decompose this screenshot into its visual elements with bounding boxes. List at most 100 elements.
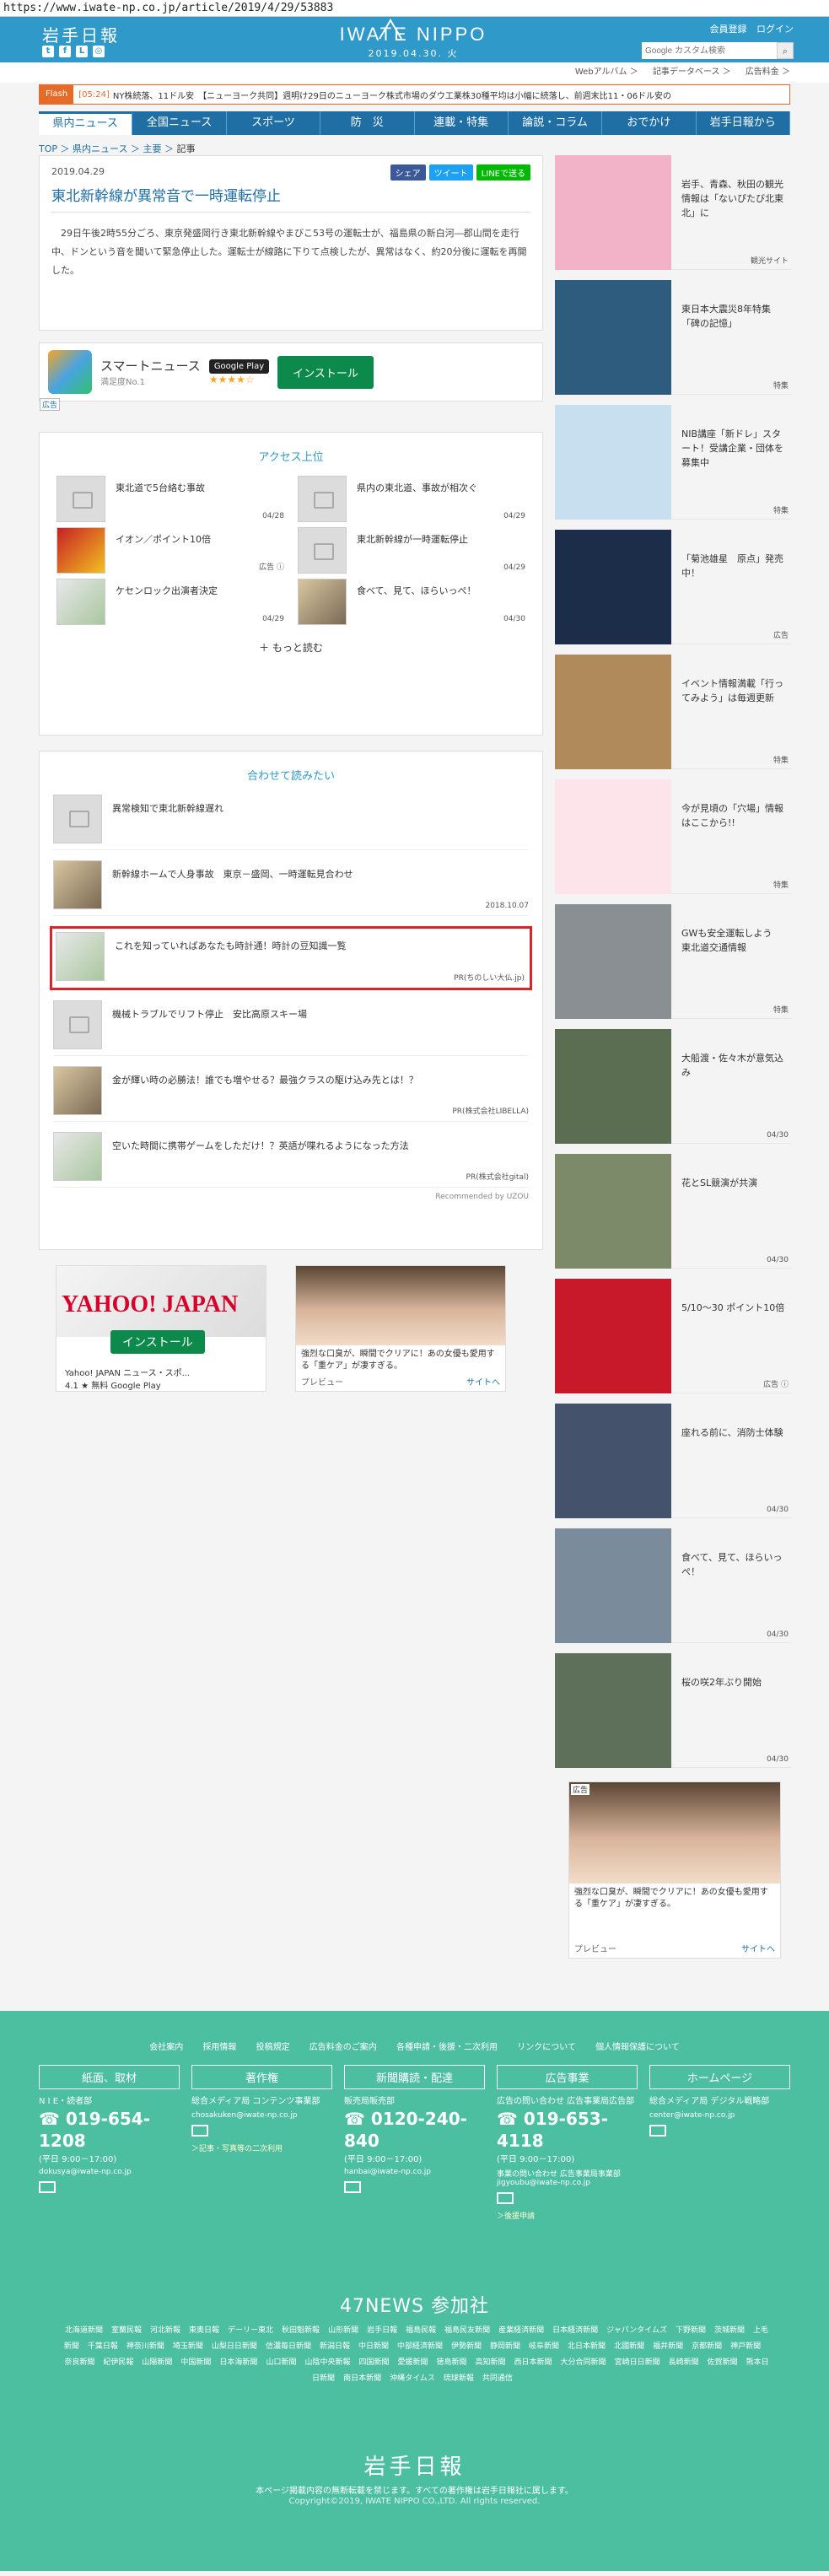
- list-item[interactable]: 異常検知で東北新幹線遅れ: [53, 795, 529, 850]
- ad-site-link[interactable]: サイトへ: [466, 1375, 500, 1388]
- sidebar-feature-item[interactable]: 花とSL競演が共演 04/30: [555, 1154, 790, 1269]
- contact-head[interactable]: 広告事業: [497, 2065, 638, 2089]
- partner-paper-link[interactable]: 南日本新聞: [343, 2374, 381, 2383]
- partner-paper-link[interactable]: ジャパンタイムズ: [606, 2326, 667, 2335]
- partner-paper-link[interactable]: 山梨日日新聞: [212, 2342, 257, 2351]
- partner-paper-link[interactable]: 信濃毎日新聞: [266, 2342, 311, 2351]
- contact-head[interactable]: ホームページ: [649, 2065, 790, 2089]
- partner-paper-link[interactable]: 共同通信: [482, 2374, 513, 2383]
- footer-link[interactable]: 会社案内: [149, 2043, 183, 2052]
- partner-paper-link[interactable]: 静岡新聞: [490, 2342, 520, 2351]
- partner-paper-link[interactable]: 東奥日報: [189, 2326, 219, 2335]
- sidebar-feature-item[interactable]: 5/10～30 ポイント10倍 広告 ⓘ: [555, 1279, 790, 1393]
- list-item[interactable]: イオン／ポイント10倍 広告 ⓘ: [57, 527, 284, 574]
- partner-paper-link[interactable]: 長崎新聞: [669, 2358, 699, 2367]
- oral-care-ad[interactable]: 強烈な口臭が、瞬間でクリアに！あの女優も愛用する「重ケア」が凄すぎる。 プレビュ…: [295, 1265, 506, 1392]
- contact-head[interactable]: 新聞購読・配達: [344, 2065, 485, 2089]
- partner-paper-link[interactable]: 京都新聞: [692, 2342, 722, 2351]
- sidebar-feature-item[interactable]: GWも安全運転しよう 東北道交通情報 特集: [555, 904, 790, 1019]
- partner-paper-link[interactable]: 西日本新聞: [514, 2358, 552, 2367]
- sidebar-feature-item[interactable]: NIB講座「新ドレ」スタート！受講企業・団体を募集中 特集: [555, 405, 790, 520]
- partner-paper-link[interactable]: 中部経済新聞: [397, 2342, 443, 2351]
- contact-link[interactable]: ＞後援申請: [497, 2210, 638, 2221]
- partner-paper-link[interactable]: 千葉日報: [88, 2342, 118, 2351]
- yahoo-app-ad[interactable]: YAHOO! JAPAN インストール Yahoo! JAPAN ニュース・スポ…: [56, 1265, 266, 1392]
- google-play-badge[interactable]: Google Play: [208, 358, 270, 374]
- partner-paper-link[interactable]: 中国新聞: [180, 2358, 211, 2367]
- tweet-button[interactable]: ツイート: [428, 164, 473, 181]
- footer-logo[interactable]: 岩手日報: [0, 2449, 829, 2481]
- partner-paper-link[interactable]: 奈良新聞: [64, 2358, 94, 2367]
- partner-paper-link[interactable]: 中日新聞: [358, 2342, 389, 2351]
- partner-paper-link[interactable]: 福島民報: [406, 2326, 436, 2335]
- footer-link[interactable]: リンクについて: [517, 2043, 576, 2052]
- sidebar-feature-item[interactable]: 「菊池雄星 原点」発売中！ 広告: [555, 530, 790, 644]
- footer-link[interactable]: 広告料金のご案内: [310, 2043, 377, 2052]
- partner-paper-link[interactable]: 伊勢新聞: [451, 2342, 482, 2351]
- partner-paper-link[interactable]: 北日本新聞: [568, 2342, 606, 2351]
- partner-paper-link[interactable]: 北國新聞: [614, 2342, 644, 2351]
- sidebar-feature-item[interactable]: 食べて、見て、ほらいっぺ！ 04/30: [555, 1528, 790, 1643]
- partner-paper-link[interactable]: 岐阜新聞: [529, 2342, 559, 2351]
- partner-paper-link[interactable]: 高知新聞: [476, 2358, 506, 2367]
- sidebar-feature-item[interactable]: 座れる前に、消防士体験 04/30: [555, 1404, 790, 1518]
- line-share-button[interactable]: LINEで送る: [476, 164, 530, 181]
- mail-icon[interactable]: [39, 2181, 56, 2193]
- partner-paper-link[interactable]: 紀伊民報: [103, 2358, 133, 2367]
- recommended-by[interactable]: Recommended by UZOU: [53, 1193, 529, 1201]
- partner-paper-link[interactable]: 日本海新聞: [219, 2358, 257, 2367]
- list-item[interactable]: ケセンロック出演者決定 04/29: [57, 579, 284, 625]
- contact-head[interactable]: 著作権: [191, 2065, 332, 2089]
- sidebar-feature-item[interactable]: 今が見頃の「穴場」情報はここから!! 特集: [555, 779, 790, 894]
- footer-link[interactable]: 採用情報: [202, 2043, 236, 2052]
- facebook-share-button[interactable]: シェア: [390, 164, 426, 181]
- partner-paper-link[interactable]: 日本経済新聞: [552, 2326, 598, 2335]
- partner-paper-link[interactable]: 北海道新聞: [65, 2326, 103, 2335]
- partner-paper-link[interactable]: 琉球新報: [444, 2374, 474, 2383]
- sidebar-feature-item[interactable]: イベント情報満載「行ってみよう」は毎週更新 特集: [555, 655, 790, 769]
- partner-paper-link[interactable]: 神奈川新聞: [127, 2342, 164, 2351]
- partner-paper-link[interactable]: 山形新聞: [328, 2326, 358, 2335]
- contact-link[interactable]: ＞記事・写真等の二次利用: [191, 2142, 332, 2153]
- mail-icon[interactable]: [191, 2125, 208, 2137]
- partner-paper-link[interactable]: 埼玉新聞: [173, 2342, 203, 2351]
- ad-label[interactable]: 広告: [40, 398, 61, 411]
- ad-site-link[interactable]: サイトへ: [741, 1942, 775, 1954]
- partner-paper-link[interactable]: 茨城新聞: [714, 2326, 745, 2335]
- partner-paper-link[interactable]: 福井新聞: [653, 2342, 683, 2351]
- sidebar-feature-item[interactable]: 桜の咲2年ぶり開始 04/30: [555, 1653, 790, 1768]
- app-ad-banner[interactable]: スマートニュース 満足度No.1 Google Play ★★★★☆ インストー…: [39, 342, 543, 411]
- partner-paper-link[interactable]: 宮崎日日新聞: [615, 2358, 660, 2367]
- highlighted-list-item[interactable]: これを知っていればあなたも時計通！時計の豆知識一覧 PR(ちのしい大仏.jp): [50, 926, 532, 990]
- sidebar-feature-item[interactable]: 岩手、青森、秋田の観光情報は「ないぴたび北東北」に 観光サイト: [555, 155, 790, 270]
- partner-paper-link[interactable]: 下野新聞: [676, 2326, 706, 2335]
- partner-paper-link[interactable]: 四国新聞: [358, 2358, 389, 2367]
- partner-paper-link[interactable]: デーリー東北: [228, 2326, 273, 2335]
- mail-icon[interactable]: [649, 2125, 666, 2137]
- list-item[interactable]: 食べて、見て、ほらいっぺ！ 04/30: [298, 579, 525, 625]
- footer-link[interactable]: 各種申請・後援・二次利用: [396, 2043, 498, 2052]
- contact-head[interactable]: 紙面、取材: [39, 2065, 180, 2089]
- partner-paper-link[interactable]: 佐賀新聞: [708, 2358, 738, 2367]
- ad-preview[interactable]: プレビュー: [574, 1942, 616, 1954]
- list-item[interactable]: 機械トラブルでリフト停止 安比高原スキー場: [53, 1000, 529, 1056]
- list-item[interactable]: 県内の東北道、事故が相次ぐ 04/29: [298, 476, 525, 522]
- ad-install-button[interactable]: インストール: [110, 1330, 205, 1354]
- install-button[interactable]: インストール: [277, 355, 374, 389]
- footer-link[interactable]: 投稿規定: [256, 2043, 290, 2052]
- partner-paper-link[interactable]: 徳島新聞: [437, 2358, 467, 2367]
- partner-paper-link[interactable]: 産業経済新聞: [498, 2326, 544, 2335]
- list-item[interactable]: 東北道で5台絡む事故 04/28: [57, 476, 284, 522]
- more-button[interactable]: ＋ もっと読む: [57, 640, 525, 655]
- sidebar-feature-item[interactable]: 東日本大震災8年特集「碑の記憶」 特集: [555, 280, 790, 395]
- partner-paper-link[interactable]: 大分合同新聞: [561, 2358, 606, 2367]
- partner-paper-link[interactable]: 室蘭民報: [111, 2326, 142, 2335]
- list-item[interactable]: 金が輝い時の必勝法！誰でも増やせる？最強クラスの駆け込み先とは！？ PR(株式会社…: [53, 1066, 529, 1122]
- partner-paper-link[interactable]: 秋田魁新報: [282, 2326, 320, 2335]
- partner-paper-link[interactable]: 岩手日報: [367, 2326, 397, 2335]
- list-item[interactable]: 空いた時間に携帯ゲームをしただけ！？英語が喋れるようになった方法 PR(株式会社g…: [53, 1132, 529, 1188]
- sidebar-ad[interactable]: 広告 強烈な口臭が、瞬間でクリアに！あの女優も愛用する「重ケア」が凄すぎる。 プレビ…: [568, 1781, 781, 1959]
- list-item[interactable]: 東北新幹線が一時運転停止 04/29: [298, 527, 525, 574]
- partner-paper-link[interactable]: 愛媛新聞: [397, 2358, 428, 2367]
- partner-paper-link[interactable]: 沖縄タイムス: [390, 2374, 435, 2383]
